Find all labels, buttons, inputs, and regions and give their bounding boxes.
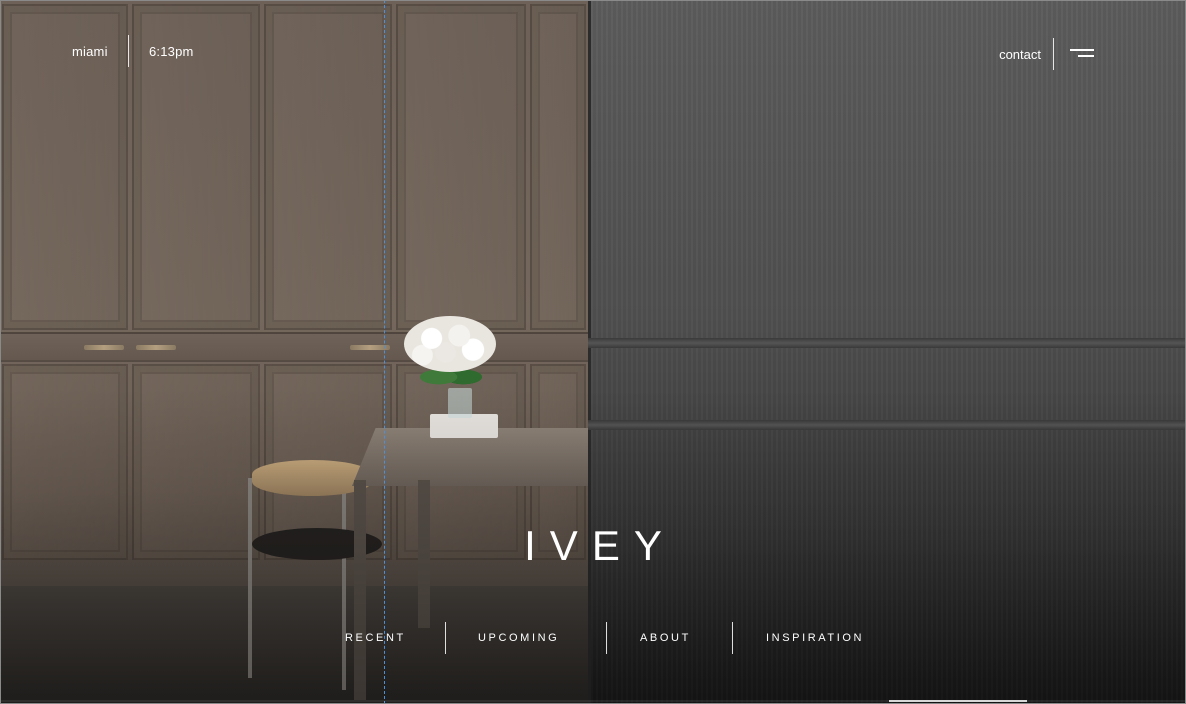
wardrobe-panel: [396, 4, 526, 330]
drawer-handle: [136, 345, 176, 350]
panel-groove: [588, 338, 1186, 348]
wardrobe-panel: [530, 4, 586, 330]
horizontal-scroll-thumb[interactable]: [889, 700, 1027, 702]
wardrobe-panel: [264, 4, 392, 330]
contact-link[interactable]: contact: [999, 47, 1041, 62]
panel-groove: [588, 420, 1186, 430]
table-leg: [354, 480, 366, 700]
nav-separator: [445, 622, 446, 654]
chair-leg: [342, 490, 346, 690]
city-label: miami: [72, 43, 108, 59]
hero-background-image: [0, 0, 1186, 704]
nav-item-recent[interactable]: RECENT: [345, 632, 406, 644]
time-label: 6:13pm: [149, 43, 194, 59]
header-divider: [128, 35, 129, 67]
brand-logo[interactable]: IVEY: [0, 522, 1186, 570]
header-actions: contact: [999, 38, 1094, 70]
layout-guide-line: [384, 0, 385, 704]
hamburger-menu-icon[interactable]: [1070, 48, 1094, 60]
drawer-handle: [84, 345, 124, 350]
header-divider: [1053, 38, 1054, 70]
nav-item-inspiration[interactable]: INSPIRATION: [766, 632, 864, 644]
nav-item-upcoming[interactable]: UPCOMING: [478, 632, 559, 644]
nav-separator: [606, 622, 607, 654]
nav-item-about[interactable]: ABOUT: [640, 632, 691, 644]
location-clock: miami 6:13pm: [72, 35, 194, 67]
dark-wood-panel: [588, 0, 1186, 704]
main-nav: RECENT UPCOMING ABOUT INSPIRATION: [0, 622, 1186, 654]
hydrangea-flowers: [404, 316, 496, 372]
nav-separator: [732, 622, 733, 654]
